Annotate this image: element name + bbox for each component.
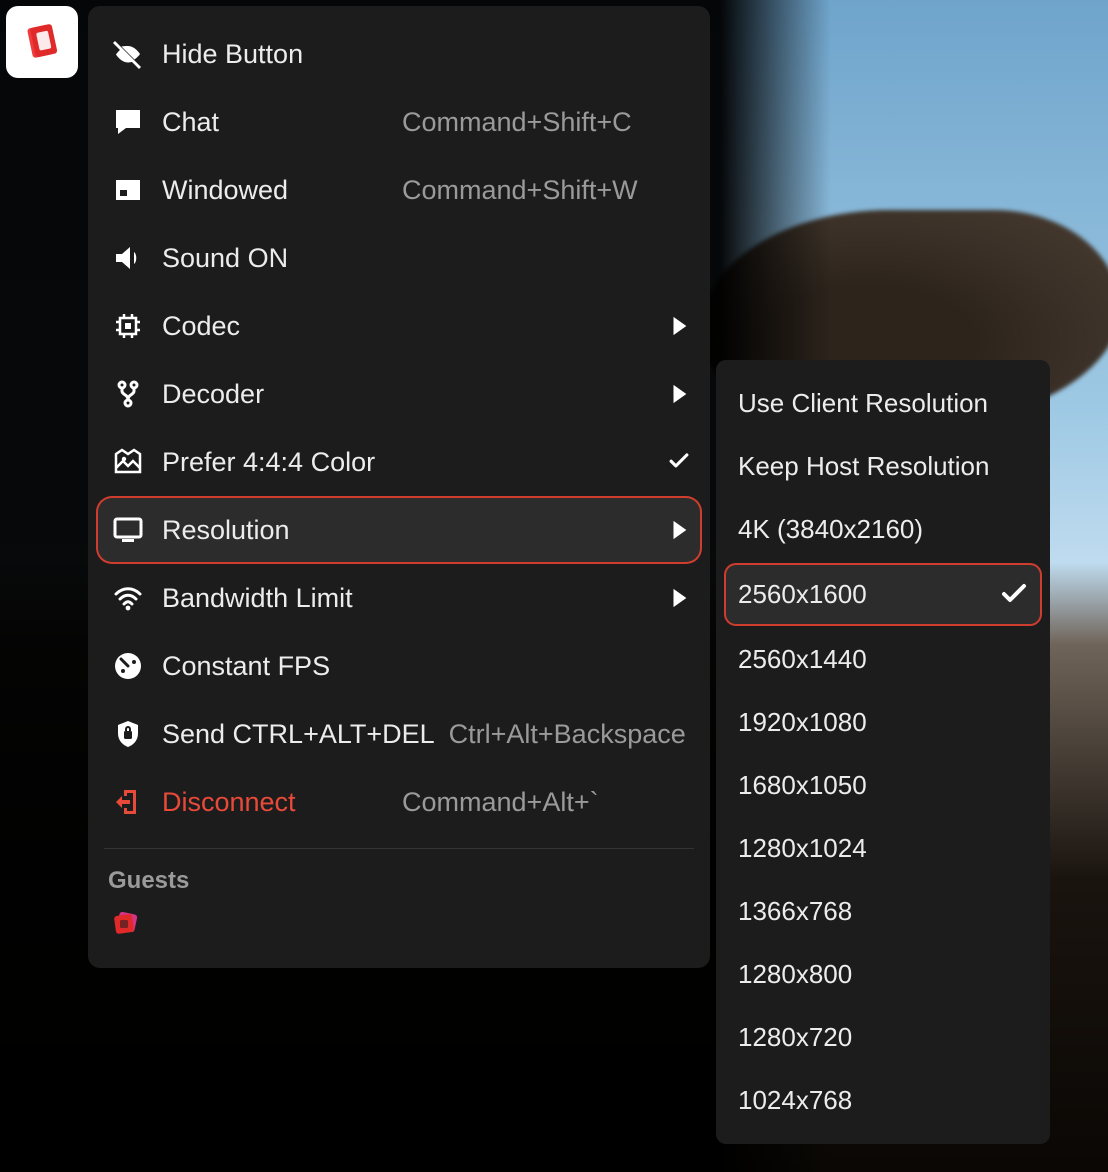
chat-icon — [108, 104, 148, 140]
check-icon — [660, 451, 690, 473]
menu-item-label: Bandwidth Limit — [162, 583, 402, 614]
resolution-submenu: Use Client Resolution Keep Host Resoluti… — [716, 360, 1050, 1144]
menu-item-shortcut: Command+Shift+W — [402, 175, 638, 206]
submenu-item-label: 1680x1050 — [738, 770, 1028, 801]
menu-item-hide-button[interactable]: Hide Button — [88, 20, 710, 88]
check-icon — [1000, 581, 1028, 609]
menu-item-label: Sound ON — [162, 243, 402, 274]
menu-item-resolution[interactable]: Resolution — [98, 498, 700, 562]
submenu-item-1280x720[interactable]: 1280x720 — [722, 1006, 1044, 1069]
menu-item-label: Decoder — [162, 379, 402, 410]
menu-item-label: Chat — [162, 107, 402, 138]
submenu-item-label: 1280x720 — [738, 1022, 1028, 1053]
submenu-item-label: 4K (3840x2160) — [738, 514, 1028, 545]
gauge-icon — [108, 648, 148, 684]
submenu-item-label: 2560x1600 — [738, 579, 1000, 610]
submenu-item-2560x1600[interactable]: 2560x1600 — [726, 565, 1040, 624]
submenu-item-use-client[interactable]: Use Client Resolution — [722, 372, 1044, 435]
submenu-item-label: Use Client Resolution — [738, 388, 1028, 419]
submenu-item-1920x1080[interactable]: 1920x1080 — [722, 691, 1044, 754]
menu-item-label: Resolution — [162, 515, 402, 546]
chevron-right-icon — [660, 519, 690, 541]
menu-item-label: Send CTRL+ALT+DEL — [162, 719, 435, 750]
submenu-item-1024x768[interactable]: 1024x768 — [722, 1069, 1044, 1132]
guest-logo-icon — [108, 905, 144, 941]
menu-item-label: Codec — [162, 311, 402, 342]
submenu-item-1280x1024[interactable]: 1280x1024 — [722, 817, 1044, 880]
menu-item-decoder[interactable]: Decoder — [88, 360, 710, 428]
exit-icon — [108, 784, 148, 820]
menu-item-chat[interactable]: Chat Command+Shift+C — [88, 88, 710, 156]
menu-item-shortcut: Command+Shift+C — [402, 107, 632, 138]
monitor-icon — [108, 512, 148, 548]
wifi-icon — [108, 580, 148, 616]
speaker-icon — [108, 240, 148, 276]
submenu-item-label: 1280x1024 — [738, 833, 1028, 864]
menu-item-label: Prefer 4:4:4 Color — [162, 447, 402, 478]
app-logo-button[interactable] — [6, 6, 78, 78]
menu-item-disconnect[interactable]: Disconnect Command+Alt+` — [88, 768, 710, 836]
main-menu: Hide Button Chat Command+Shift+C Windowe… — [88, 6, 710, 968]
chevron-right-icon — [660, 315, 690, 337]
menu-item-send-cad[interactable]: Send CTRL+ALT+DEL Ctrl+Alt+Backspace — [88, 700, 710, 768]
menu-item-codec[interactable]: Codec — [88, 292, 710, 360]
fork-icon — [108, 376, 148, 412]
submenu-item-label: 1366x768 — [738, 896, 1028, 927]
submenu-item-1680x1050[interactable]: 1680x1050 — [722, 754, 1044, 817]
submenu-item-label: 2560x1440 — [738, 644, 1028, 675]
submenu-item-4k[interactable]: 4K (3840x2160) — [722, 498, 1044, 561]
menu-item-label: Disconnect — [162, 787, 402, 818]
chevron-right-icon — [660, 587, 690, 609]
submenu-item-1280x800[interactable]: 1280x800 — [722, 943, 1044, 1006]
menu-item-shortcut: Command+Alt+` — [402, 787, 599, 818]
guests-header: Guests — [88, 859, 710, 905]
submenu-item-label: 1024x768 — [738, 1085, 1028, 1116]
menu-item-constant-fps[interactable]: Constant FPS — [88, 632, 710, 700]
submenu-item-label: Keep Host Resolution — [738, 451, 1028, 482]
window-icon — [108, 172, 148, 208]
menu-item-shortcut: Ctrl+Alt+Backspace — [449, 719, 686, 750]
submenu-item-label: 1920x1080 — [738, 707, 1028, 738]
menu-item-windowed[interactable]: Windowed Command+Shift+W — [88, 156, 710, 224]
menu-divider — [104, 848, 694, 849]
submenu-item-1366x768[interactable]: 1366x768 — [722, 880, 1044, 943]
shield-lock-icon — [108, 716, 148, 752]
guest-avatar[interactable] — [88, 905, 710, 950]
chevron-right-icon — [660, 383, 690, 405]
submenu-item-label: 1280x800 — [738, 959, 1028, 990]
menu-item-prefer-444[interactable]: Prefer 4:4:4 Color — [88, 428, 710, 496]
menu-item-sound[interactable]: Sound ON — [88, 224, 710, 292]
menu-item-label: Constant FPS — [162, 651, 402, 682]
chip-icon — [108, 308, 148, 344]
app-logo-icon — [18, 18, 66, 66]
menu-item-label: Windowed — [162, 175, 402, 206]
menu-item-label: Hide Button — [162, 39, 402, 70]
submenu-item-2560x1440[interactable]: 2560x1440 — [722, 628, 1044, 691]
submenu-item-keep-host[interactable]: Keep Host Resolution — [722, 435, 1044, 498]
hide-icon — [108, 36, 148, 72]
menu-item-bandwidth[interactable]: Bandwidth Limit — [88, 564, 710, 632]
picture-icon — [108, 444, 148, 480]
